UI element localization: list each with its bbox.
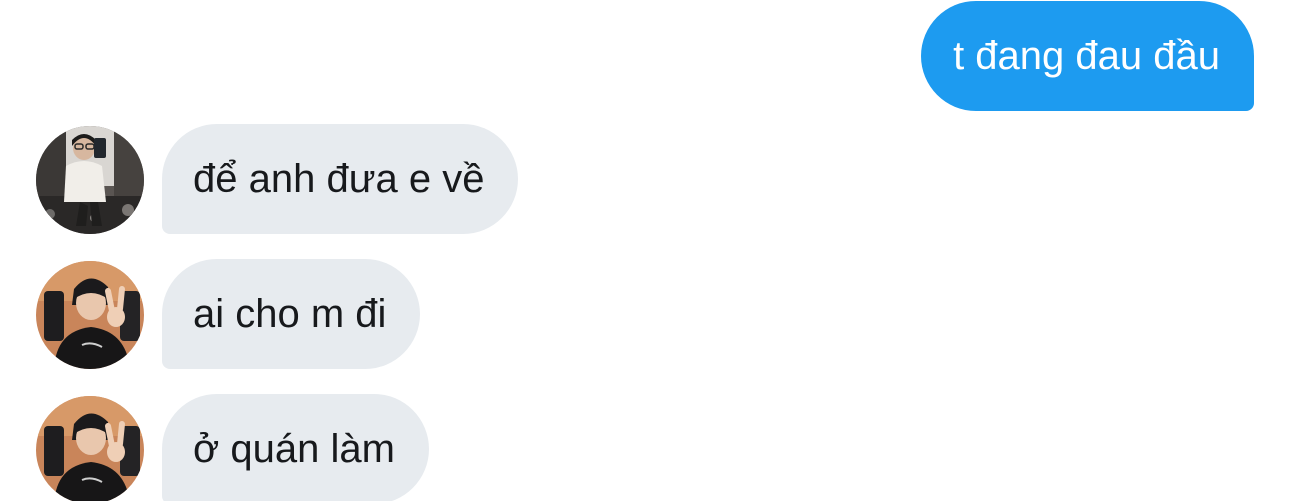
incoming-message-bubble[interactable]: ai cho m đi	[162, 259, 421, 369]
incoming-message-bubble[interactable]: để anh đưa e về	[162, 124, 519, 234]
message-text: để anh đưa e về	[193, 157, 485, 201]
message-text: t đang đau đầu	[953, 34, 1220, 78]
peace-sign-avatar-icon[interactable]	[36, 261, 144, 369]
incoming-message-bubble[interactable]: ở quán làm	[162, 394, 429, 501]
message-thread: t đang đau đầu để anh đưa e về ai cho m …	[0, 0, 1290, 501]
outgoing-message-bubble[interactable]: t đang đau đầu	[921, 1, 1254, 111]
message-text: ở quán làm	[193, 427, 395, 471]
mirror-selfie-avatar-icon[interactable]	[36, 126, 144, 234]
message-text: ai cho m đi	[193, 292, 387, 336]
peace-sign-avatar-icon[interactable]	[36, 396, 144, 501]
